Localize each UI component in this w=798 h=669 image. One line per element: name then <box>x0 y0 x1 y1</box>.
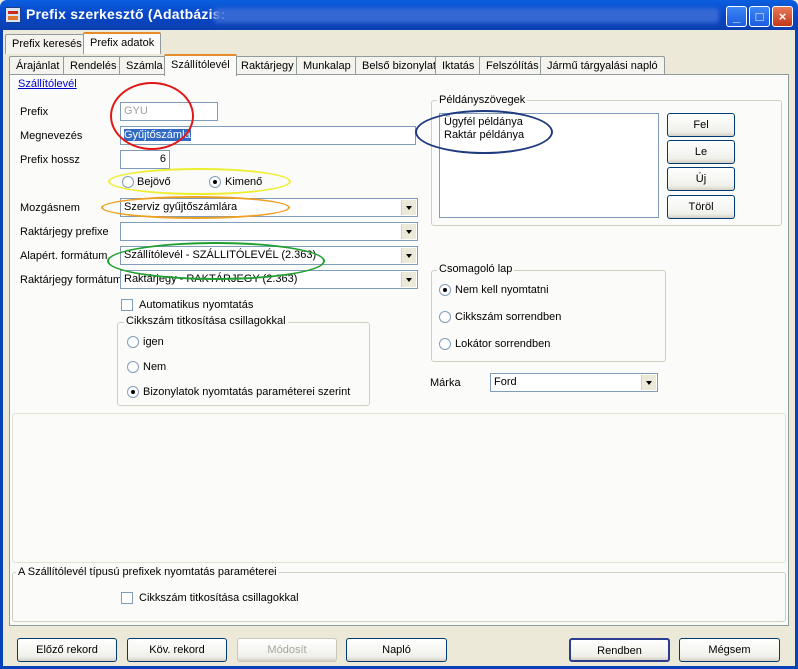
cikkszam-igen-label: igen <box>143 336 164 348</box>
top-tab-strip: Prefix keresés Prefix adatok <box>5 32 792 54</box>
bejovo-radio[interactable] <box>122 176 134 188</box>
raktarjegy-formatum-label: Raktárjegy formátum <box>20 274 123 286</box>
close-icon: × <box>778 9 787 24</box>
lokator-sorrend-radio[interactable] <box>439 338 451 350</box>
kimeno-label: Kimenő <box>225 176 263 188</box>
mozgasnem-label: Mozgásnem <box>20 202 80 214</box>
fel-button[interactable]: Fel <box>667 113 735 137</box>
le-button[interactable]: Le <box>667 140 735 164</box>
maximize-icon: □ <box>755 9 764 24</box>
tab-munkalap[interactable]: Munkalap <box>296 56 358 76</box>
tab-arajanlat[interactable]: Árajánlat <box>9 56 67 76</box>
kimeno-radio[interactable] <box>209 176 221 188</box>
megnevezes-field[interactable]: Gyűjtőszámla <box>120 126 416 145</box>
alapert-formatum-label: Alapért. formátum <box>20 250 108 262</box>
cancel-button[interactable]: Mégsem <box>679 638 780 662</box>
list-item[interactable]: Raktár példánya <box>444 129 524 141</box>
tab-prefix-adatok[interactable]: Prefix adatok <box>83 32 162 54</box>
print-params-checkbox-label: Cikkszám titkosítása csillagokkal <box>139 592 299 604</box>
log-button[interactable]: Napló <box>346 638 447 662</box>
marka-select[interactable]: Ford <box>490 373 658 392</box>
prefix-label: Prefix <box>20 106 49 118</box>
megnevezes-selected-text: Gyűjtőszámla <box>124 129 191 141</box>
nem-kell-label: Nem kell nyomtatni <box>455 284 549 296</box>
tab-iktatas[interactable]: Iktatás <box>435 56 482 76</box>
chevron-down-icon[interactable] <box>401 272 416 287</box>
minimize-icon: _ <box>732 9 741 24</box>
document-tab-strip: Árajánlat Rendelés Számla Szállítólevél … <box>9 54 789 76</box>
marka-label: Márka <box>430 377 461 389</box>
cikkszam-igen-radio[interactable] <box>127 336 139 348</box>
next-record-button[interactable]: Köv. rekord <box>127 638 227 662</box>
close-button[interactable]: × <box>772 6 793 27</box>
mozgasnem-select[interactable]: Szerviz gyűjtőszámlára <box>120 198 418 217</box>
megnevezes-label: Megnevezés <box>20 130 83 142</box>
tab-rendeles[interactable]: Rendelés <box>63 56 124 76</box>
app-icon <box>5 7 21 23</box>
tab-prefix-kereses[interactable]: Prefix keresés <box>5 34 89 54</box>
cikkszam-group-title: Cikkszám titkosítása csillagokkal <box>124 315 288 327</box>
uj-button[interactable]: Új <box>667 167 735 191</box>
tab-szamla[interactable]: Számla <box>119 56 170 76</box>
prefix-field[interactable]: GYU <box>120 102 218 121</box>
alapert-formatum-value: Szállítólevél - SZÁLLITÓLEVÉL (2.363) <box>124 249 317 261</box>
print-params-title: A Szállítólevél típusú prefixek nyomtatá… <box>16 566 279 578</box>
peldany-listbox[interactable]: Ügyfél példánya Raktár példánya <box>439 113 659 218</box>
auto-print-checkbox[interactable] <box>121 299 133 311</box>
list-item[interactable]: Ügyfél példánya <box>444 116 523 128</box>
cikkszam-sorrend-radio[interactable] <box>439 311 451 323</box>
chevron-down-icon[interactable] <box>401 200 416 215</box>
cikkszam-biz-radio[interactable] <box>127 386 139 398</box>
window-title: Prefix szerkesztő (Adatbázis: <box>26 6 226 22</box>
chevron-down-icon[interactable] <box>641 375 656 390</box>
window-frame-left <box>0 30 3 669</box>
cikkszam-sorrend-label: Cikkszám sorrendben <box>455 311 562 323</box>
nem-kell-radio[interactable] <box>439 284 451 296</box>
auto-print-label: Automatikus nyomtatás <box>139 299 254 311</box>
bejovo-label: Bejövő <box>137 176 171 188</box>
minimize-button[interactable]: _ <box>726 6 747 27</box>
print-params-checkbox[interactable] <box>121 592 133 604</box>
csomagolo-group-title: Csomagoló lap <box>437 263 515 275</box>
raktarjegy-formatum-value: Raktárjegy - RAKTÁRJEGY (2.363) <box>124 273 298 285</box>
tab-belso-bizonylat[interactable]: Belső bizonylat <box>355 56 443 76</box>
peldany-group-title: Példányszövegek <box>437 94 528 106</box>
tab-jarmu-targyalasi-naplo[interactable]: Jármű tárgyalási napló <box>540 56 665 76</box>
redacted-database-name <box>214 8 719 23</box>
prefix-hossz-label: Prefix hossz <box>20 154 80 166</box>
prefix-hossz-field[interactable]: 6 <box>120 150 170 169</box>
chevron-down-icon[interactable] <box>401 248 416 263</box>
lokator-sorrend-label: Lokátor sorrendben <box>455 338 551 350</box>
marka-value: Ford <box>494 376 517 388</box>
cikkszam-nem-label: Nem <box>143 361 167 373</box>
raktarjegy-prefixe-label: Raktárjegy prefixe <box>20 226 109 238</box>
chevron-down-icon[interactable] <box>401 224 416 239</box>
section-link[interactable]: Szállítólevél <box>18 78 77 90</box>
modify-button[interactable]: Módosít <box>237 638 337 662</box>
cikkszam-biz-label: Bizonylatok nyomtatás paraméterei szerin… <box>143 386 351 398</box>
raktarjegy-prefixe-select[interactable] <box>120 222 418 241</box>
form-area-divider <box>12 413 786 563</box>
torol-button[interactable]: Töröl <box>667 195 735 219</box>
tab-raktarjegy[interactable]: Raktárjegy <box>234 56 301 76</box>
ok-button[interactable]: Rendben <box>569 638 670 662</box>
prev-record-button[interactable]: Előző rekord <box>17 638 117 662</box>
tab-felszolitas[interactable]: Felszólítás <box>479 56 546 76</box>
raktarjegy-formatum-select[interactable]: Raktárjegy - RAKTÁRJEGY (2.363) <box>120 270 418 289</box>
mozgasnem-value: Szerviz gyűjtőszámlára <box>124 201 238 213</box>
tab-szallitolevel[interactable]: Szállítólevél <box>164 54 237 76</box>
maximize-button[interactable]: □ <box>749 6 770 27</box>
cikkszam-nem-radio[interactable] <box>127 361 139 373</box>
alapert-formatum-select[interactable]: Szállítólevél - SZÁLLITÓLEVÉL (2.363) <box>120 246 418 265</box>
